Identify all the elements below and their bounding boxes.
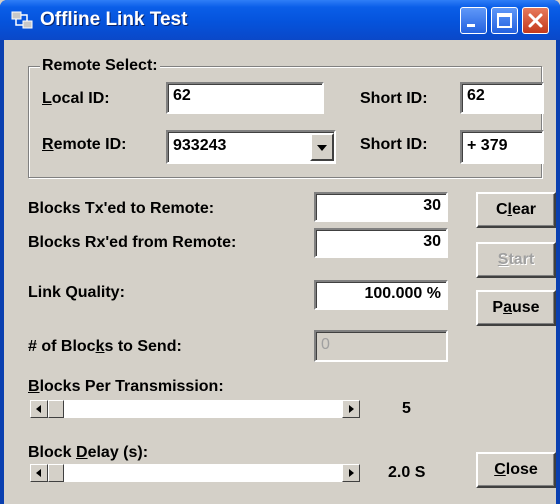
scroll-thumb[interactable] <box>48 464 64 482</box>
arrow-right-icon <box>349 405 354 413</box>
maximize-icon <box>497 13 512 28</box>
scroll-right-button[interactable] <box>342 464 360 482</box>
start-button[interactable]: Start <box>476 242 556 278</box>
minimize-button[interactable] <box>460 7 487 34</box>
blocks-per-transmission-scrollbar[interactable] <box>30 400 360 418</box>
blocks-rx-value: 30 <box>314 228 448 258</box>
title-bar[interactable]: Offline Link Test <box>0 0 560 40</box>
blocks-rx-label: Blocks Rx'ed from Remote: <box>28 234 237 251</box>
clear-button[interactable]: Clear <box>476 192 556 228</box>
scroll-left-button[interactable] <box>30 464 48 482</box>
block-delay-label: Block Delay (s): <box>28 444 149 461</box>
blocks-to-send-input[interactable]: 0 <box>314 330 448 362</box>
link-quality-label: Link Quality: <box>28 284 125 301</box>
remote-select-legend: Remote Select: <box>40 57 160 75</box>
blocks-to-send-label: # of Blocks to Send: <box>28 338 182 355</box>
maximize-button[interactable] <box>491 7 518 34</box>
block-delay-scrollbar[interactable] <box>30 464 360 482</box>
blocks-tx-label: Blocks Tx'ed to Remote: <box>28 200 215 217</box>
arrow-left-icon <box>36 469 41 477</box>
local-short-id-field[interactable]: 62 <box>460 82 544 114</box>
close-button[interactable]: Close <box>476 452 556 488</box>
window-title: Offline Link Test <box>40 9 188 30</box>
scroll-thumb[interactable] <box>48 400 64 418</box>
blocks-per-transmission-label: Blocks Per Transmission: <box>28 378 224 395</box>
remote-id-dropdown-button[interactable] <box>310 133 334 161</box>
arrow-left-icon <box>36 405 41 413</box>
remote-short-id-label: Short ID: <box>360 136 428 153</box>
chevron-down-icon <box>317 145 327 151</box>
local-id-label: Local ID: <box>42 90 110 107</box>
blocks-per-transmission-value: 5 <box>402 400 411 417</box>
arrow-right-icon <box>349 469 354 477</box>
minimize-icon <box>467 24 475 27</box>
blocks-tx-value: 30 <box>314 192 448 222</box>
block-delay-value: 2.0 S <box>388 464 426 481</box>
local-id-field[interactable]: 62 <box>166 82 324 114</box>
offline-link-test-window: Offline Link Test Remote Select: Local I… <box>0 0 560 504</box>
link-test-icon <box>11 11 33 29</box>
scroll-left-button[interactable] <box>30 400 48 418</box>
local-short-id-label: Short ID: <box>360 90 428 107</box>
remote-short-id-field[interactable]: + 379 <box>460 130 544 164</box>
dialog-client-area: Remote Select: Local ID: 62 Short ID: 62… <box>4 40 556 504</box>
link-quality-value: 100.000 % <box>314 280 448 310</box>
pause-button[interactable]: Pause <box>476 290 556 326</box>
close-icon <box>528 13 543 28</box>
remote-id-label: Remote ID: <box>42 136 127 153</box>
scroll-right-button[interactable] <box>342 400 360 418</box>
close-window-button[interactable] <box>522 7 549 34</box>
